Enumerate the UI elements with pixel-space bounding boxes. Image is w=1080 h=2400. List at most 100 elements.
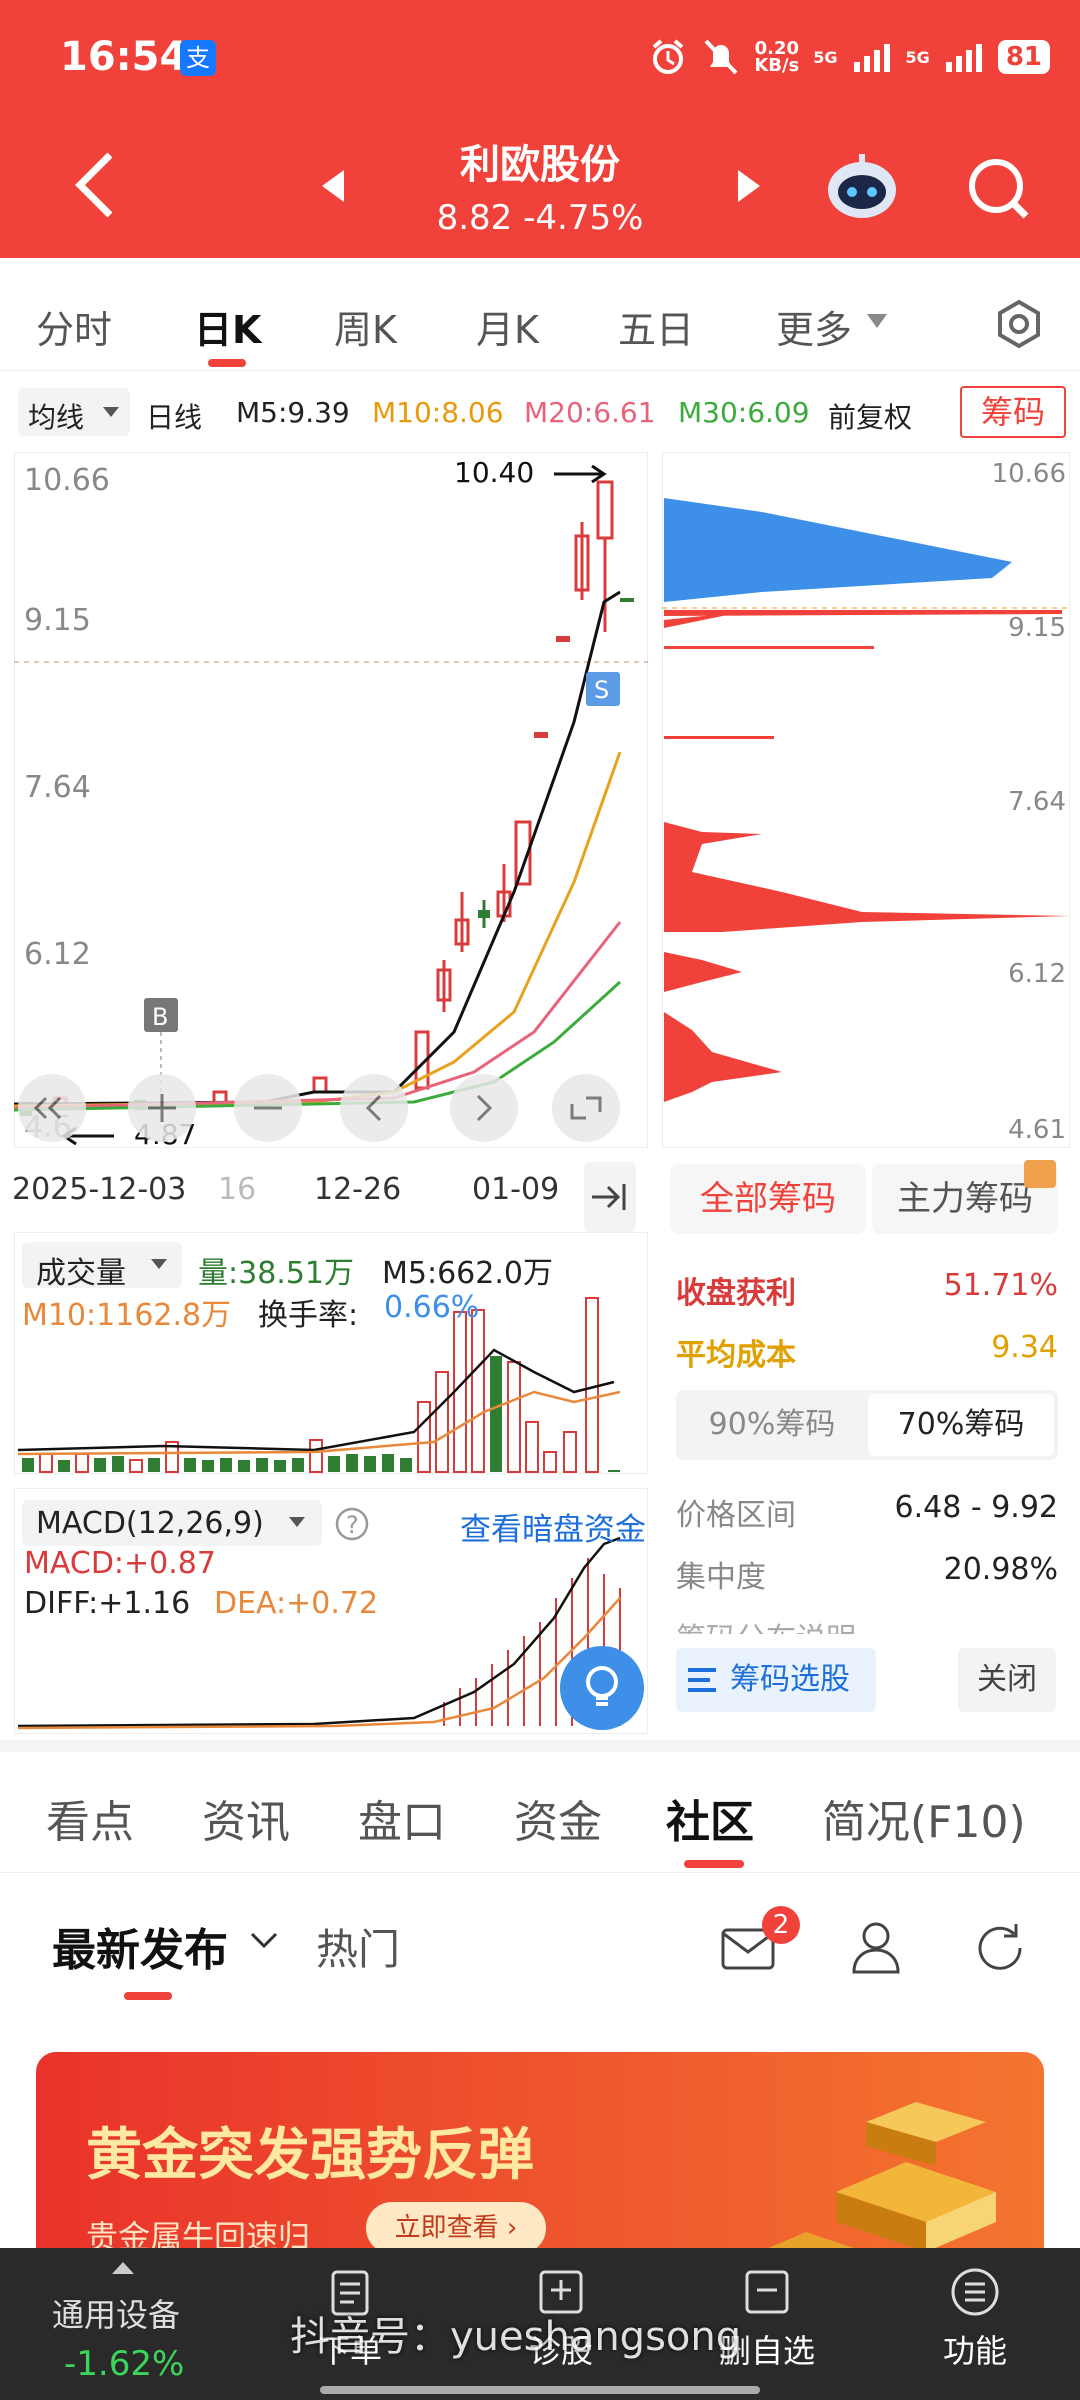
chip-close-button[interactable]: 关闭 — [958, 1648, 1056, 1712]
macd-dropdown[interactable]: MACD(12,26,9) — [22, 1500, 322, 1546]
avg-cost-label: 平均成本 — [676, 1338, 796, 1373]
chip-y-6: 6.12 — [1008, 959, 1066, 989]
date-axis: 2025-12-03 16 12-26 01-09 — [12, 1172, 642, 1212]
volume-value: 量:38.51万 — [198, 1256, 354, 1291]
help-icon[interactable]: ? — [334, 1506, 370, 1542]
scroll-left-icon[interactable] — [340, 1074, 408, 1142]
chevron-up-icon[interactable] — [110, 2260, 136, 2276]
volume-m5: M5:662.0万 — [382, 1256, 553, 1291]
feed-tab-indicator — [124, 1992, 172, 2000]
tab-weekly-k[interactable]: 周K — [334, 299, 397, 354]
info-tabs: 看点 资讯 盘口 资金 社区 简况(F10) — [0, 1752, 1080, 1870]
tab-timeshare[interactable]: 分时 — [36, 299, 112, 354]
signal-icon — [853, 44, 890, 72]
period-tabs: 分时 日K 周K 月K 五日 更多 — [0, 275, 1080, 370]
tab-community[interactable]: 社区 — [666, 1786, 754, 1850]
diff-value: DIFF:+1.16 — [24, 1586, 191, 1621]
banner-title: 黄金突发强势反弹 — [86, 2123, 534, 2188]
chevron-down-icon — [103, 407, 119, 417]
chip-y-9: 9.15 — [1008, 613, 1066, 643]
sector-name[interactable]: 通用设备 — [52, 2290, 180, 2336]
divider — [0, 1872, 1080, 1873]
lock-icon — [1024, 1160, 1056, 1188]
stock-price-change: 8.82 -4.75% — [436, 198, 644, 238]
battery-level: 81 — [997, 40, 1050, 74]
status-bar-right: 0.20 KB/s 5G 5G 81 — [648, 32, 1050, 82]
chips-toggle-button[interactable]: 筹码 — [960, 386, 1066, 438]
volume-dropdown-label: 成交量 — [36, 1256, 126, 1291]
tab-more[interactable]: 更多 — [776, 299, 852, 354]
mute-bell-icon — [704, 39, 738, 75]
ma-dropdown[interactable]: 均线 — [18, 388, 130, 436]
nav-functions[interactable]: 功能 — [930, 2268, 1020, 2372]
chip-stock-select-label: 筹码选股 — [730, 1662, 850, 1697]
price-range-value: 6.48 - 9.92 — [894, 1490, 1059, 1525]
mail-badge: 2 — [762, 1906, 800, 1944]
signal-2: 5G — [905, 47, 930, 67]
search-icon[interactable] — [964, 154, 1032, 222]
volume-legend: 成交量 量:38.51万 M5:662.0万 M10:1162.8万 换手率: … — [22, 1242, 642, 1333]
concentration-label: 集中度 — [676, 1560, 766, 1595]
settings-icon[interactable] — [994, 299, 1044, 349]
volume-m10: M10:1162.8万 — [22, 1298, 232, 1333]
hot-posts-tab[interactable]: 热门 — [316, 1916, 400, 1977]
buy-marker-label: B — [152, 1003, 168, 1031]
sector-change: -1.62% — [64, 2344, 185, 2384]
next-stock-icon[interactable] — [734, 168, 764, 204]
refresh-icon[interactable] — [970, 1918, 1030, 1978]
alipay-icon: 支 — [180, 40, 216, 76]
dea-value: DEA:+0.72 — [214, 1586, 379, 1621]
turnover-label: 换手率: — [258, 1298, 359, 1333]
tab-order-book[interactable]: 盘口 — [358, 1786, 446, 1850]
ma-dropdown-label: 均线 — [28, 401, 85, 434]
ma30-value: M30:6.09 — [678, 396, 810, 429]
net-speed: 0.20 KB/s — [754, 38, 800, 76]
dark-pool-link[interactable]: 查看暗盘资金 — [460, 1504, 646, 1549]
tab-five-day[interactable]: 五日 — [618, 299, 694, 354]
tab-monthly-k[interactable]: 月K — [476, 299, 539, 354]
lightbulb-icon — [586, 1666, 618, 1706]
chip-90-option[interactable]: 90%筹码 — [680, 1394, 864, 1456]
date-3: 12-26 — [314, 1172, 402, 1207]
signal-icon-2 — [945, 44, 982, 72]
chip-desc-label: 筹码分布说明 — [676, 1622, 856, 1634]
tab-funds[interactable]: 资金 — [514, 1786, 602, 1850]
tab-active-indicator — [208, 359, 246, 367]
chevron-down-icon — [250, 1932, 278, 1949]
scroll-right-icon[interactable] — [450, 1074, 518, 1142]
concentration-value: 20.98% — [943, 1552, 1058, 1587]
latest-posts-tab[interactable]: 最新发布 — [52, 1914, 228, 1978]
robot-assistant-icon[interactable] — [824, 148, 900, 224]
banner-cta-button[interactable]: 立即查看 › — [366, 2202, 546, 2254]
tab-news[interactable]: 资讯 — [202, 1786, 290, 1850]
y-label-top: 10.66 — [24, 463, 110, 498]
y-label-6: 6.12 — [24, 937, 91, 972]
chip-stock-select-button[interactable]: 筹码选股 — [676, 1648, 876, 1712]
signal-1: 5G — [813, 47, 838, 67]
tab-profile-f10[interactable]: 简况(F10) — [822, 1786, 1026, 1850]
tab-highlights[interactable]: 看点 — [46, 1786, 134, 1850]
bottom-nav: 通用设备 -1.62% 下单 诊股 删自选 功能 抖音号：yueshangson… — [0, 2248, 1080, 2400]
chip-y-7: 7.64 — [1008, 787, 1066, 817]
jump-latest-button[interactable] — [584, 1162, 636, 1232]
turnover-value: 0.66% — [384, 1290, 480, 1325]
price-range-label: 价格区间 — [676, 1498, 796, 1533]
fullscreen-icon[interactable] — [552, 1074, 620, 1142]
alarm-icon — [653, 39, 684, 74]
user-icon[interactable] — [846, 1916, 906, 1976]
volume-dropdown[interactable]: 成交量 — [22, 1242, 182, 1291]
ma20-value: M20:6.61 — [524, 396, 656, 429]
chip-70-option[interactable]: 70%筹码 — [868, 1394, 1054, 1456]
svg-text:?: ? — [346, 1511, 359, 1539]
tips-bulb-button[interactable] — [560, 1646, 644, 1730]
kline-chart[interactable]: 10.66 9.15 7.64 6.12 4.6 10.40 4.87 B S — [14, 452, 648, 1148]
chevron-down-icon — [867, 314, 887, 328]
y-label-9: 9.15 — [24, 603, 91, 638]
chip-tab-all[interactable]: 全部筹码 — [670, 1164, 866, 1234]
tab-daily-k[interactable]: 日K — [194, 299, 261, 354]
status-time: 16:54 — [60, 34, 188, 80]
macd-legend: MACD(12,26,9) ? 查看暗盘资金 MACD:+0.87 DIFF:+… — [22, 1500, 646, 1630]
chip-distribution-chart: 10.66 9.15 7.64 6.12 4.61 — [662, 452, 1070, 1148]
chip-desc-link[interactable]: 筹码分布说明 — [676, 1614, 976, 1634]
adjust-mode[interactable]: 前复权 — [828, 396, 912, 436]
